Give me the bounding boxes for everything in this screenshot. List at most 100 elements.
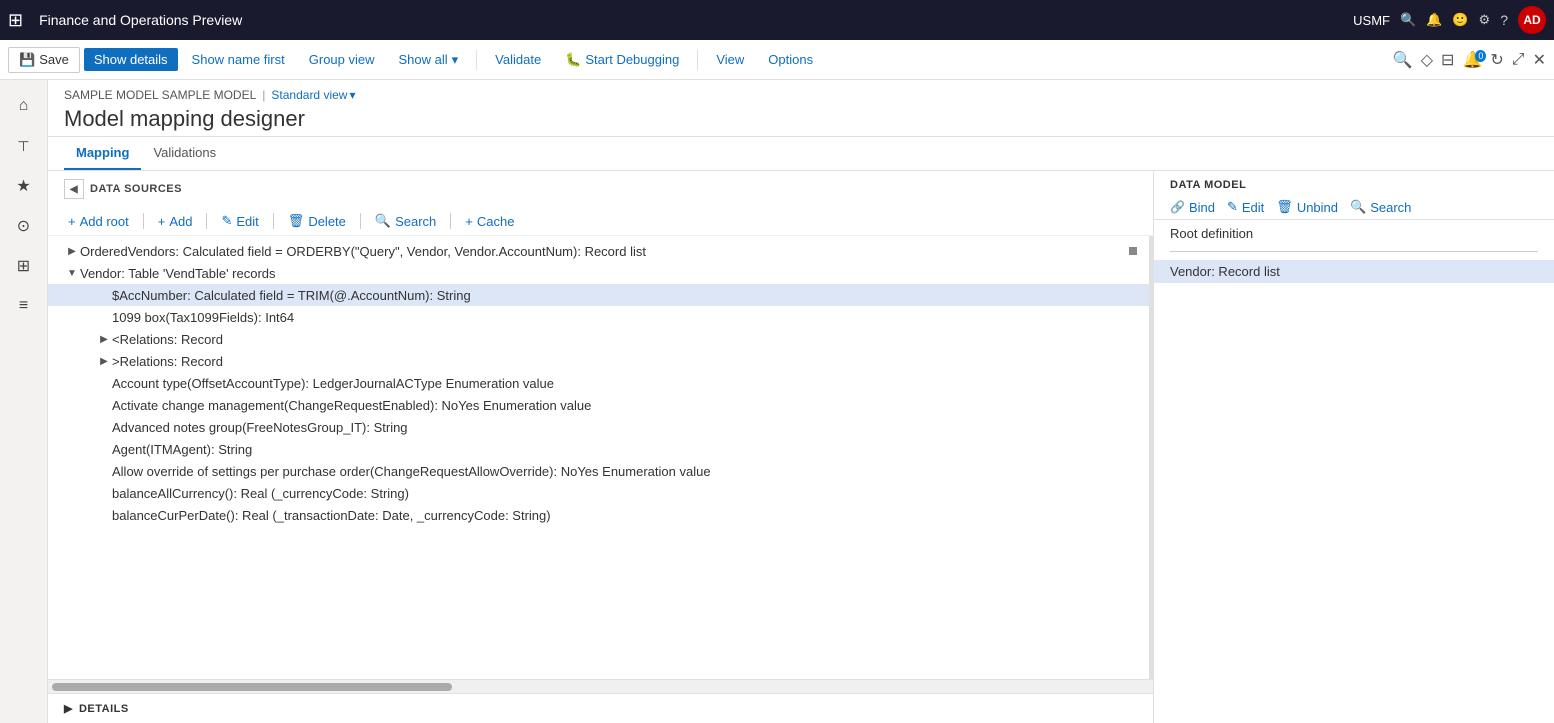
- group-view-button[interactable]: Group view: [299, 48, 385, 71]
- datamodel-panel: DATA MODEL 🔗 Bind ✎ Edit 🗑 Unbind: [1154, 171, 1554, 723]
- tree-arrow: ▶: [96, 353, 112, 369]
- close-icon[interactable]: ✕: [1533, 50, 1546, 70]
- tree-item-selected[interactable]: $AccNumber: Calculated field = TRIM(@.Ac…: [48, 284, 1153, 306]
- sidebar-item-filter[interactable]: ⊤: [6, 128, 42, 164]
- add-root-plus-icon: +: [68, 214, 76, 229]
- datamodel-header: DATA MODEL: [1154, 171, 1554, 195]
- datamodel-toolbar: 🔗 Bind ✎ Edit 🗑 Unbind 🔍 Search: [1154, 195, 1554, 220]
- save-button[interactable]: 💾 Save: [8, 47, 80, 73]
- bind-button[interactable]: 🔗 Bind: [1170, 200, 1215, 215]
- dm-divider: [1170, 251, 1538, 252]
- datasources-panel: ◀ DATA SOURCES + Add root + Add ✎: [48, 171, 1154, 723]
- diamond-icon[interactable]: ◇: [1421, 50, 1433, 70]
- tree-item[interactable]: ▶ <Relations: Record: [48, 328, 1153, 350]
- tree-item[interactable]: Activate change management(ChangeRequest…: [48, 394, 1153, 416]
- standard-view-button[interactable]: Standard view ▾: [271, 88, 355, 102]
- edit-button[interactable]: ✎ Edit: [217, 211, 262, 231]
- tree-item[interactable]: 1099 box(Tax1099Fields): Int64: [48, 306, 1153, 328]
- delete-button[interactable]: 🗑 Delete: [284, 211, 350, 231]
- show-details-button[interactable]: Show details: [84, 48, 178, 71]
- tree-arrow-empty: [96, 463, 112, 479]
- tree-item[interactable]: balanceAllCurrency(): Real (_currencyCod…: [48, 482, 1153, 504]
- scroll-thumb[interactable]: [52, 683, 452, 691]
- vertical-splitter[interactable]: [1149, 236, 1153, 679]
- datasources-label: DATA SOURCES: [90, 183, 182, 195]
- show-name-first-button[interactable]: Show name first: [182, 48, 295, 71]
- start-debugging-button[interactable]: 🐛 Start Debugging: [555, 48, 689, 72]
- search-ds-icon: 🔍: [375, 213, 391, 229]
- star-icon: ★: [16, 176, 30, 196]
- view-button[interactable]: View: [706, 48, 754, 71]
- debug-icon: 🐛: [565, 52, 581, 68]
- main-layout: ⌂ ⊤ ★ ⊙ ⊞ ≡ SAMPLE MODEL SAMPLE MODEL | …: [0, 80, 1554, 723]
- show-all-button[interactable]: Show all ▾: [389, 48, 469, 72]
- horizontal-scrollbar[interactable]: [48, 679, 1153, 693]
- details-section[interactable]: ▶ DETAILS: [48, 693, 1153, 723]
- clock-icon: ⊙: [17, 216, 30, 236]
- validate-button[interactable]: Validate: [485, 48, 551, 71]
- ds-sep-5: [450, 213, 451, 229]
- page-header: SAMPLE MODEL SAMPLE MODEL | Standard vie…: [48, 80, 1554, 137]
- dm-edit-button[interactable]: ✎ Edit: [1227, 199, 1264, 215]
- separator-1: [476, 50, 477, 70]
- env-label: USMF: [1353, 13, 1390, 28]
- dot-indicator: [1129, 247, 1137, 255]
- add-button[interactable]: + Add: [154, 212, 197, 231]
- list-icon: ≡: [19, 297, 28, 315]
- grid-icon: ⊞: [8, 10, 23, 31]
- sidebar-item-clock[interactable]: ⊙: [6, 208, 42, 244]
- search-icon[interactable]: 🔍: [1400, 12, 1416, 28]
- smiley-icon[interactable]: 🙂: [1452, 12, 1468, 28]
- tree-arrow-empty: [96, 309, 112, 325]
- cache-button[interactable]: + Cache: [461, 212, 518, 231]
- sidebar-item-grid[interactable]: ⊞: [6, 248, 42, 284]
- tree-item[interactable]: Allow override of settings per purchase …: [48, 460, 1153, 482]
- grid-menu-button[interactable]: ⊞: [8, 10, 23, 31]
- tree-item[interactable]: ▶ >Relations: Record: [48, 350, 1153, 372]
- avatar[interactable]: AD: [1518, 6, 1546, 34]
- tab-mapping[interactable]: Mapping: [64, 137, 141, 170]
- tree-item[interactable]: Advanced notes group(FreeNotesGroup_IT):…: [48, 416, 1153, 438]
- tree-item[interactable]: ▼ Vendor: Table 'VendTable' records: [48, 262, 1153, 284]
- bind-icon: 🔗: [1170, 200, 1185, 214]
- sidebar-item-home[interactable]: ⌂: [6, 88, 42, 124]
- badge-icon[interactable]: 🔔0: [1462, 50, 1482, 70]
- tree-item[interactable]: Agent(ITMAgent): String: [48, 438, 1153, 460]
- dm-search-button[interactable]: 🔍 Search: [1350, 199, 1411, 215]
- cache-plus-icon: +: [465, 214, 473, 229]
- datasources-header: ◀ DATA SOURCES: [48, 171, 1153, 207]
- ds-sep-4: [360, 213, 361, 229]
- sidebar-item-star[interactable]: ★: [6, 168, 42, 204]
- tree-item[interactable]: ▶ OrderedVendors: Calculated field = ORD…: [48, 240, 1153, 262]
- tree-item[interactable]: balanceCurPerDate(): Real (_transactionD…: [48, 504, 1153, 526]
- delete-icon: 🗑: [288, 213, 305, 229]
- details-arrow: ▶: [64, 702, 73, 715]
- tree-area[interactable]: ▶ OrderedVendors: Calculated field = ORD…: [48, 236, 1153, 679]
- unbind-button[interactable]: 🗑 Unbind: [1276, 199, 1338, 215]
- layout-icon[interactable]: ⊟: [1441, 50, 1454, 70]
- tree-arrow: ▶: [96, 331, 112, 347]
- tree-item[interactable]: Account type(OffsetAccountType): LedgerJ…: [48, 372, 1153, 394]
- chevron-down-icon: ▾: [349, 88, 355, 102]
- help-icon[interactable]: ?: [1500, 12, 1508, 28]
- breadcrumb-model: SAMPLE MODEL SAMPLE MODEL: [64, 88, 256, 102]
- tree-arrow: ▶: [64, 243, 80, 259]
- tab-validations[interactable]: Validations: [141, 137, 228, 170]
- bell-icon[interactable]: 🔔: [1426, 12, 1442, 28]
- dm-search-icon: 🔍: [1350, 199, 1366, 215]
- top-bar: ⊞ Finance and Operations Preview USMF 🔍 …: [0, 0, 1554, 40]
- sidebar-item-list[interactable]: ≡: [6, 288, 42, 324]
- toolbar-search-icon[interactable]: 🔍: [1393, 50, 1413, 70]
- toolbar-right-icons: ◇ ⊟ 🔔0 ↻ ⤢ ✕: [1421, 50, 1546, 70]
- dm-tree-item[interactable]: Vendor: Record list: [1154, 260, 1554, 283]
- maximize-icon[interactable]: ⤢: [1512, 51, 1525, 69]
- search-button[interactable]: 🔍 Search: [371, 211, 440, 231]
- settings-icon[interactable]: ⚙: [1479, 12, 1491, 28]
- dm-edit-icon: ✎: [1227, 199, 1238, 215]
- breadcrumb-separator: |: [262, 88, 265, 102]
- ds-sep-2: [206, 213, 207, 229]
- collapse-button[interactable]: ◀: [64, 179, 84, 199]
- refresh-icon[interactable]: ↻: [1490, 50, 1503, 70]
- add-root-button[interactable]: + Add root: [64, 212, 133, 231]
- options-button[interactable]: Options: [758, 48, 823, 71]
